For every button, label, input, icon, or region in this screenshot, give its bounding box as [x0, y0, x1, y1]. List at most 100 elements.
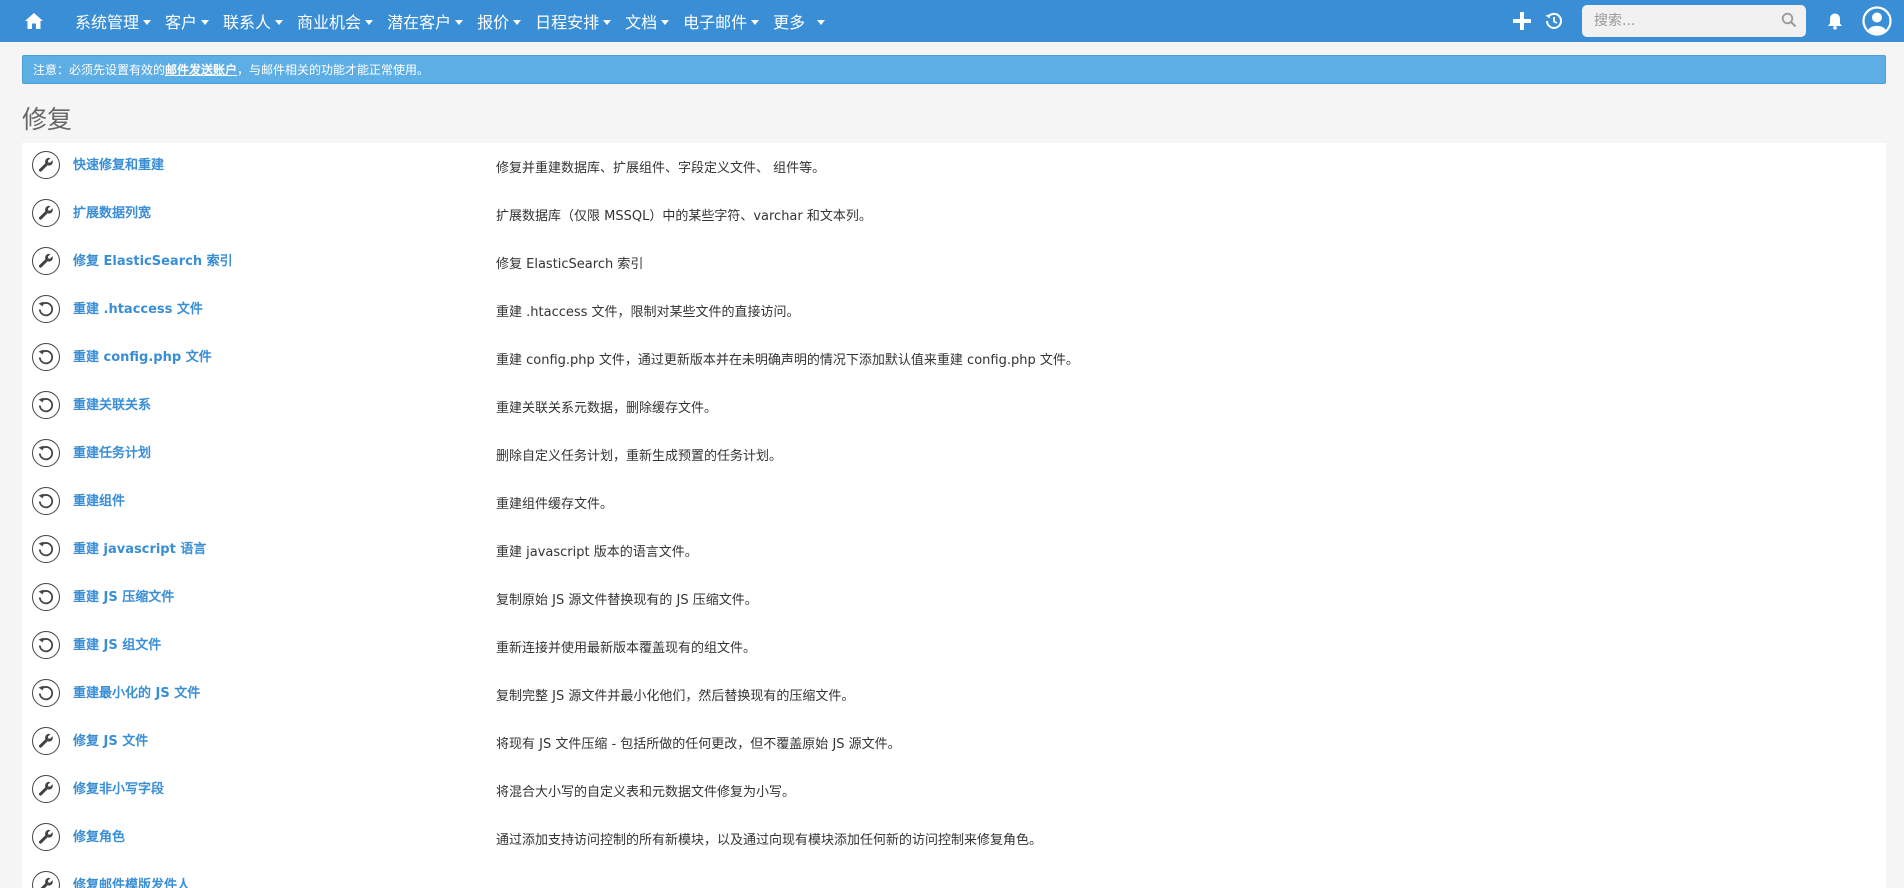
repair-description: 复制完整 JS 源文件并最小化他们，然后替换现有的压缩文件。 [496, 689, 855, 704]
repair-row-expand-columns: 扩展数据列宽 扩展数据库（仅限 MSSQL）中的某些字符、varchar 和文本… [22, 191, 1886, 239]
caret-down-icon [275, 19, 284, 25]
page-title: 修复 [22, 105, 73, 134]
nav-item-label: 联系人 [223, 13, 272, 32]
email-settings-notice: 注意：必须先设置有效的 邮件发送账户 ，与邮件相关的功能才能正常使用。 [22, 55, 1886, 84]
rebuild-icon[interactable] [32, 439, 60, 467]
nav-item-admin[interactable]: 系统管理 [68, 0, 158, 42]
caret-down-icon [143, 19, 152, 25]
notice-email-account-link[interactable]: 邮件发送账户 [165, 61, 237, 78]
repair-description: 重建 javascript 版本的语言文件。 [496, 545, 698, 560]
caret-down-icon [817, 19, 826, 25]
repair-row-js-groups: 重建 JS 组文件 重新连接并使用最新版本覆盖现有的组文件。 [22, 623, 1886, 671]
repair-row-js-language: 重建 javascript 语言 重建 javascript 版本的语言文件。 [22, 527, 1886, 575]
notice-suffix: ，与邮件相关的功能才能正常使用。 [237, 63, 430, 77]
repair-description: 将现有 JS 文件压缩 - 包括所做的任何更改，但不覆盖原始 JS 源文件。 [496, 737, 901, 752]
repair-link[interactable]: 修复邮件模版发件人 [73, 874, 190, 888]
nav-item-contacts[interactable]: 联系人 [216, 0, 290, 42]
wrench-icon[interactable] [32, 247, 60, 275]
nav-item-more[interactable]: 更多 [766, 0, 832, 42]
repair-link[interactable]: 修复角色 [73, 826, 125, 845]
notice-prefix: 注意：必须先设置有效的 [33, 63, 166, 77]
repair-row-roles: 修复角色 通过添加支持访问控制的所有新模块，以及通过向现有模块添加任何新的访问控… [22, 815, 1886, 863]
repair-description: 删除自定义任务计划，重新生成预置的任务计划。 [496, 449, 783, 464]
nav-item-leads[interactable]: 潜在客户 [380, 0, 470, 42]
repair-row-email-templates: 修复邮件模版发件人 [22, 863, 1886, 888]
repair-description: 修复并重建数据库、扩展组件、字段定义文件、 组件等。 [496, 161, 826, 176]
home-button[interactable] [0, 0, 68, 42]
rebuild-icon[interactable] [32, 343, 60, 371]
repair-link[interactable]: 重建最小化的 JS 文件 [73, 682, 200, 701]
repair-link[interactable]: 快速修复和重建 [73, 154, 164, 173]
repair-description: 扩展数据库（仅限 MSSQL）中的某些字符、varchar 和文本列。 [496, 209, 872, 224]
wrench-icon[interactable] [32, 151, 60, 179]
repair-link[interactable]: 修复非小写字段 [73, 778, 164, 797]
nav-item-label: 商业机会 [297, 13, 362, 32]
history-icon [1545, 12, 1562, 29]
repair-link[interactable]: 重建组件 [73, 490, 125, 509]
rebuild-icon[interactable] [32, 679, 60, 707]
nav-item-emails[interactable]: 电子邮件 [676, 0, 766, 42]
repair-link[interactable]: 修复 ElasticSearch 索引 [73, 250, 233, 269]
home-icon [25, 13, 43, 29]
rebuild-icon[interactable] [32, 583, 60, 611]
repair-row-js-compressed: 重建 JS 压缩文件 复制原始 JS 源文件替换现有的 JS 压缩文件。 [22, 575, 1886, 623]
rebuild-icon[interactable] [32, 631, 60, 659]
rebuild-icon[interactable] [32, 391, 60, 419]
repair-row-js-minified: 重建最小化的 JS 文件 复制完整 JS 源文件并最小化他们，然后替换现有的压缩… [22, 671, 1886, 719]
repair-row-elasticsearch: 修复 ElasticSearch 索引 修复 ElasticSearch 索引 [22, 239, 1886, 287]
repair-list-panel: 快速修复和重建 修复并重建数据库、扩展组件、字段定义文件、 组件等。 扩展数据列… [22, 143, 1886, 888]
search-input[interactable] [1582, 5, 1806, 37]
main-menu: 系统管理 客户 联系人 商业机会 潜在客户 报价 日程安排 文档 电子邮件 更多 [68, 0, 832, 42]
nav-item-label: 潜在客户 [387, 13, 452, 32]
nav-item-label: 系统管理 [75, 13, 140, 32]
global-search [1582, 5, 1806, 37]
user-menu-button[interactable] [1850, 0, 1904, 42]
nav-item-label: 电子邮件 [683, 13, 748, 32]
repair-description: 复制原始 JS 源文件替换现有的 JS 压缩文件。 [496, 593, 758, 608]
repair-link[interactable]: 重建 .htaccess 文件 [73, 298, 203, 317]
rebuild-icon[interactable] [32, 535, 60, 563]
repair-link[interactable]: 修复 JS 文件 [73, 730, 148, 749]
nav-right-tools [1504, 0, 1904, 42]
nav-item-opportunities[interactable]: 商业机会 [290, 0, 380, 42]
nav-item-documents[interactable]: 文档 [618, 0, 676, 42]
wrench-icon[interactable] [32, 727, 60, 755]
repair-link[interactable]: 重建任务计划 [73, 442, 151, 461]
notifications-button[interactable] [1820, 0, 1850, 42]
repair-link[interactable]: 扩展数据列宽 [73, 202, 151, 221]
caret-down-icon [201, 19, 210, 25]
nav-item-quotes[interactable]: 报价 [470, 0, 528, 42]
repair-link[interactable]: 重建关联关系 [73, 394, 151, 413]
wrench-icon[interactable] [32, 199, 60, 227]
wrench-icon[interactable] [32, 823, 60, 851]
nav-item-accounts[interactable]: 客户 [158, 0, 216, 42]
nav-item-calendar[interactable]: 日程安排 [528, 0, 618, 42]
caret-down-icon [751, 19, 760, 25]
bell-icon [1828, 13, 1842, 30]
nav-item-label: 日程安排 [535, 13, 600, 32]
repair-description: 重建 .htaccess 文件，限制对某些文件的直接访问。 [496, 305, 800, 320]
repair-link[interactable]: 重建 javascript 语言 [73, 538, 206, 557]
nav-item-label: 更多 [773, 13, 806, 32]
nav-item-label: 客户 [165, 13, 198, 32]
repair-link[interactable]: 重建 config.php 文件 [73, 346, 212, 365]
recently-viewed-button[interactable] [1540, 0, 1568, 42]
rebuild-icon[interactable] [32, 295, 60, 323]
repair-row-schedulers: 重建任务计划 删除自定义任务计划，重新生成预置的任务计划。 [22, 431, 1886, 479]
repair-link[interactable]: 重建 JS 压缩文件 [73, 586, 174, 605]
repair-description: 重建组件缓存文件。 [496, 497, 614, 512]
wrench-icon[interactable] [32, 775, 60, 803]
caret-down-icon [603, 19, 612, 25]
repair-link[interactable]: 重建 JS 组文件 [73, 634, 161, 653]
wrench-icon[interactable] [32, 871, 60, 888]
nav-item-label: 报价 [477, 13, 510, 32]
repair-row-config-php: 重建 config.php 文件 重建 config.php 文件，通过更新版本… [22, 335, 1886, 383]
create-button[interactable] [1504, 0, 1540, 42]
repair-row-lowercase-fields: 修复非小写字段 将混合大小写的自定义表和元数据文件修复为小写。 [22, 767, 1886, 815]
caret-down-icon [455, 19, 464, 25]
rebuild-icon[interactable] [32, 487, 60, 515]
repair-description: 重建 config.php 文件，通过更新版本并在未明确声明的情况下添加默认值来… [496, 353, 1079, 368]
user-avatar-icon [1862, 6, 1892, 36]
repair-row-repair-js: 修复 JS 文件 将现有 JS 文件压缩 - 包括所做的任何更改，但不覆盖原始 … [22, 719, 1886, 767]
search-icon[interactable] [1781, 12, 1797, 28]
